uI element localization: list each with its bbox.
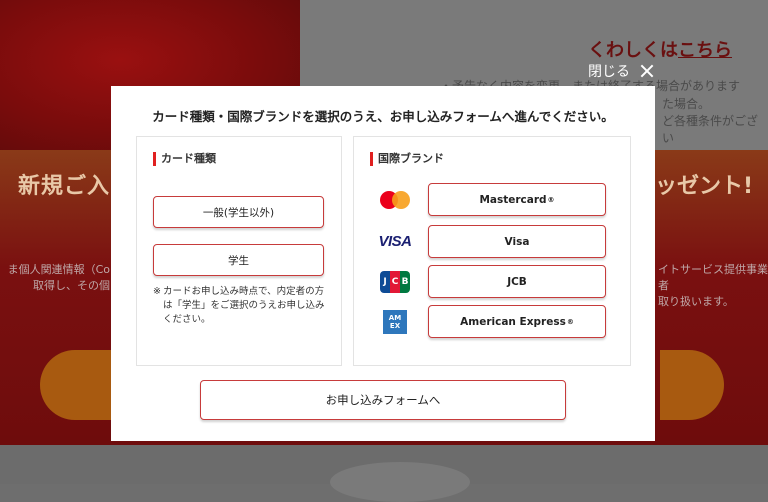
mastercard-circles (380, 190, 410, 209)
jcb-logo-icon: J C B (374, 265, 416, 298)
background-small-text-right: イトサービス提供事業者 取り扱います。 (658, 262, 768, 310)
close-button[interactable]: 閉じる (588, 61, 654, 81)
background-note-line: ど各種条件がござい (662, 114, 759, 145)
background-small-line: ま個人関連情報（Co (7, 263, 110, 276)
background-details-link: くわしくはこちら (588, 36, 732, 62)
close-label: 閉じる (588, 64, 630, 80)
jcb-logo: J C B (380, 270, 410, 293)
amex-logo: AM EX (383, 309, 407, 334)
amex-logo-line: AM (388, 313, 402, 322)
mastercard-logo-icon (374, 183, 416, 216)
card-type-student-button[interactable]: 学生 (153, 244, 324, 276)
card-type-note: ※ カードお申し込み時点で、内定者の方は「学生」をご選択のうえお申し込みください… (153, 285, 333, 327)
background-note-line: た場合。 (662, 97, 711, 111)
background-note-2: た場合。 ど各種条件がござい (662, 96, 768, 147)
jcb-logo-b: B (400, 270, 410, 293)
brand-panel: 国際ブランド Mastercard ® VISA Visa J C B JCB … (353, 136, 631, 366)
mastercard-orange-circle (392, 190, 410, 209)
note-mark: ※ (153, 286, 161, 297)
background-banner-text-left: 新規ご入 (18, 174, 111, 199)
background-small-line: 取り扱います。 (658, 295, 734, 308)
brand-jcb-button[interactable]: JCB (428, 265, 606, 298)
background-link-text: こちら (678, 40, 732, 61)
brand-mastercard-button[interactable]: Mastercard ® (428, 183, 606, 216)
amex-logo-icon: AM EX (374, 305, 416, 338)
amex-logo-line: EX (389, 321, 401, 330)
registered-mark: ® (547, 195, 555, 204)
brand-amex-button[interactable]: American Express ® (428, 305, 606, 338)
card-selection-modal: カード種類・国際ブランドを選択のうえ、お申し込みフォームへ進んでください。 カー… (111, 86, 655, 441)
note-text: カードお申し込み時点で、内定者の方は「学生」をご選択のうえお申し込みください。 (163, 286, 325, 325)
brand-label: JCB (507, 275, 527, 288)
card-type-panel: カード種類 一般(学生以外) 学生 ※ カードお申し込み時点で、内定者の方は「学… (136, 136, 342, 366)
close-icon (640, 64, 654, 78)
card-type-title: カード種類 (153, 152, 216, 166)
brand-row-visa: VISA Visa (374, 225, 624, 258)
brand-visa-button[interactable]: Visa (428, 225, 606, 258)
brand-row-mastercard: Mastercard ® (374, 183, 624, 216)
background-banner-text-right: ッゼント! (655, 174, 754, 199)
submit-form-button[interactable]: お申し込みフォームへ (200, 380, 566, 420)
background-small-line: 取得し、その個 (33, 279, 110, 292)
brand-label: American Express (460, 315, 566, 328)
visa-logo-text: VISA (378, 233, 412, 250)
background-small-line: イトサービス提供事業者 (658, 263, 768, 292)
visa-logo-icon: VISA (374, 225, 416, 258)
registered-mark: ® (566, 317, 574, 326)
brand-title: 国際ブランド (370, 152, 444, 166)
jcb-logo-c: C (390, 270, 400, 293)
brand-row-amex: AM EX American Express ® (374, 305, 624, 338)
background-small-text-left: ま個人関連情報（Co 取得し、その個 (0, 262, 110, 294)
jcb-logo-j: J (380, 270, 390, 293)
modal-heading: カード種類・国際ブランドを選択のうえ、お申し込みフォームへ進んでください。 (152, 109, 614, 124)
brand-label: Mastercard (479, 193, 547, 206)
brand-row-jcb: J C B JCB (374, 265, 624, 298)
background-link-prefix: くわしくは (588, 40, 678, 61)
brand-label: Visa (504, 235, 530, 248)
card-type-general-button[interactable]: 一般(学生以外) (153, 196, 324, 228)
background-footer-shape (330, 462, 470, 502)
